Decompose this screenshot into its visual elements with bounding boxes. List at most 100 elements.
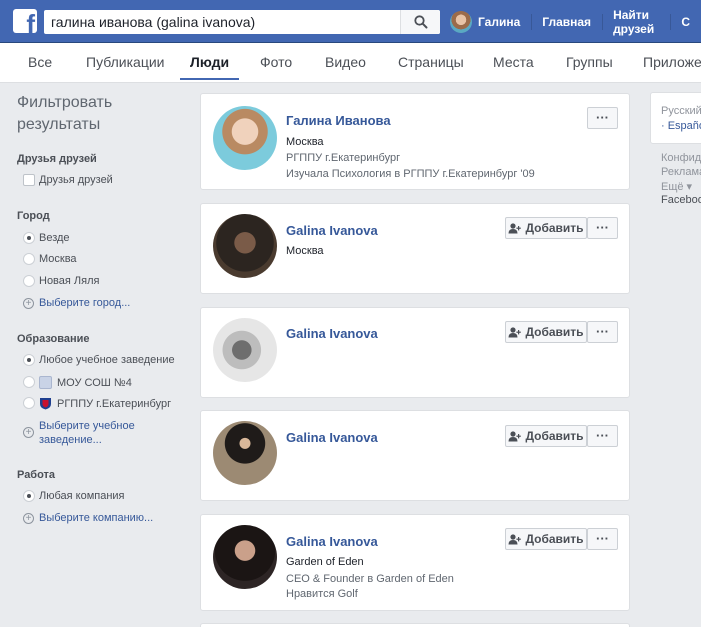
result-location: Москва	[286, 136, 324, 148]
option-label: Москва	[39, 253, 77, 265]
more-options-button[interactable]: ···	[587, 321, 618, 343]
option-label: Новая Ляля	[39, 275, 100, 287]
more-link[interactable]: Ещё ▾	[661, 180, 692, 193]
more-options-button[interactable]: ···	[587, 107, 618, 129]
city-option-moscow[interactable]: Москва	[17, 253, 197, 267]
tab-places[interactable]: Места	[493, 43, 534, 83]
education-option-any[interactable]: Любое учебное заведение	[17, 354, 197, 368]
friends-of-friends-option[interactable]: Друзья друзей	[17, 174, 197, 188]
add-friend-button[interactable]: Добавить	[505, 217, 587, 239]
radio-button[interactable]	[23, 232, 35, 244]
tab-people[interactable]: Люди	[179, 43, 240, 83]
privacy-link[interactable]: Конфид	[661, 152, 701, 164]
university-crest-icon	[40, 398, 51, 410]
result-card: Galina Ivanova Москва Добавить ···	[200, 203, 630, 294]
profile-link[interactable]: Галина	[450, 10, 531, 33]
advertising-link[interactable]: Реклама	[661, 166, 701, 178]
friends-filter-heading: Друзья друзей	[17, 153, 97, 165]
tab-all[interactable]: Все	[28, 43, 52, 83]
result-name[interactable]: Галина Иванова	[286, 113, 391, 128]
option-label: Друзья друзей	[39, 174, 113, 186]
facebook-copyright: Faceboo	[661, 194, 701, 206]
choose-city-label[interactable]: Выберите город...	[39, 297, 130, 309]
option-label: Любое учебное заведение	[39, 354, 175, 366]
radio-button[interactable]	[23, 397, 35, 409]
search-input[interactable]	[44, 10, 400, 34]
facebook-logo-icon[interactable]: f	[13, 9, 37, 33]
current-language: Русский	[661, 105, 701, 117]
search-box	[44, 10, 440, 34]
education-option-school[interactable]: МОУ СОШ №4	[17, 376, 197, 390]
tab-photos[interactable]: Фото	[260, 43, 292, 83]
tab-groups[interactable]: Группы	[566, 43, 613, 83]
result-card: Galina Ivanova Добавить ···	[200, 410, 630, 501]
work-filter-heading: Работа	[17, 469, 56, 481]
tab-apps[interactable]: Приложения	[643, 43, 701, 83]
option-label: Везде	[39, 232, 70, 244]
city-filter-heading: Город	[17, 210, 50, 222]
result-name[interactable]: Galina Ivanova	[286, 430, 378, 445]
friends-of-friends-checkbox[interactable]	[23, 174, 35, 186]
work-option-any[interactable]: Любая компания	[17, 490, 197, 504]
profile-photo[interactable]	[213, 525, 277, 589]
search-filter-tabs: Все Публикации Люди Фото Видео Страницы …	[0, 43, 701, 83]
option-label: РГППУ г.Екатеринбург	[39, 397, 171, 410]
find-friends-link[interactable]: Найти друзей	[602, 0, 670, 43]
school-icon	[39, 376, 52, 389]
city-option-novaya-lyalya[interactable]: Новая Ляля	[17, 275, 197, 289]
choose-school-line-1: Выберите учебное	[39, 420, 135, 432]
result-card: Galina Ivanova Garden of Eden CEO & Foun…	[200, 514, 630, 611]
add-friend-label: Добавить	[525, 429, 584, 443]
more-options-button[interactable]: ···	[587, 217, 618, 239]
plus-icon: +	[23, 513, 34, 524]
tab-pages[interactable]: Страницы	[398, 43, 464, 83]
radio-button[interactable]	[23, 490, 35, 502]
choose-company-label[interactable]: Выберите компанию...	[39, 512, 153, 524]
choose-company-link[interactable]: + Выберите компанию...	[17, 512, 197, 526]
more-options-button[interactable]: ···	[587, 528, 618, 550]
radio-button[interactable]	[23, 275, 35, 287]
choose-city-link[interactable]: + Выберите город...	[17, 297, 197, 311]
education-filter-heading: Образование	[17, 333, 90, 345]
create-link[interactable]: С	[670, 0, 701, 43]
add-friend-icon	[508, 222, 522, 233]
option-label: МОУ СОШ №4	[39, 376, 132, 389]
add-friend-button[interactable]: Добавить	[505, 425, 587, 447]
result-name[interactable]: Galina Ivanova	[286, 223, 378, 238]
tab-videos[interactable]: Видео	[325, 43, 366, 83]
plus-icon: +	[23, 298, 34, 309]
result-name[interactable]: Galina Ivanova	[286, 534, 378, 549]
add-friend-button[interactable]: Добавить	[505, 528, 587, 550]
tab-posts[interactable]: Публикации	[86, 43, 164, 83]
radio-button[interactable]	[23, 376, 35, 388]
language-box: Русский · Españo	[650, 92, 701, 144]
result-job-title: CEO & Founder в Garden of Eden	[286, 573, 454, 585]
add-friend-label: Добавить	[525, 221, 584, 235]
city-option-anywhere[interactable]: Везде	[17, 232, 197, 246]
result-name[interactable]: Galina Ivanova	[286, 326, 378, 341]
home-link[interactable]: Главная	[531, 0, 602, 43]
add-friend-button[interactable]: Добавить	[505, 321, 587, 343]
radio-button[interactable]	[23, 354, 35, 366]
language-link[interactable]: · Españo	[661, 120, 701, 132]
choose-school-label[interactable]: Выберите учебное заведение...	[39, 419, 135, 447]
more-options-button[interactable]: ···	[587, 425, 618, 447]
result-card: Галина Иванова Москва РГППУ г.Екатеринбу…	[200, 93, 630, 190]
education-option-university[interactable]: РГППУ г.Екатеринбург	[17, 397, 197, 411]
top-nav: Галина Главная Найти друзей С	[450, 0, 701, 43]
filter-title: Фильтровать	[17, 94, 113, 111]
result-studied: Изучала Психология в РГППУ г.Екатеринбур…	[286, 168, 535, 180]
choose-school-line-2: заведение...	[39, 434, 102, 446]
profile-photo[interactable]	[213, 214, 277, 278]
school-name: МОУ СОШ №4	[57, 376, 132, 389]
result-workplace: Garden of Eden	[286, 556, 364, 568]
filter-title-2: результаты	[17, 116, 101, 133]
add-friend-label: Добавить	[525, 532, 584, 546]
search-button[interactable]	[400, 10, 440, 34]
profile-photo[interactable]	[213, 318, 277, 382]
choose-school-link[interactable]: + Выберите учебное заведение...	[17, 419, 197, 447]
profile-photo[interactable]	[213, 421, 277, 485]
university-name: РГППУ г.Екатеринбург	[57, 397, 172, 410]
profile-photo[interactable]	[213, 106, 277, 170]
radio-button[interactable]	[23, 253, 35, 265]
